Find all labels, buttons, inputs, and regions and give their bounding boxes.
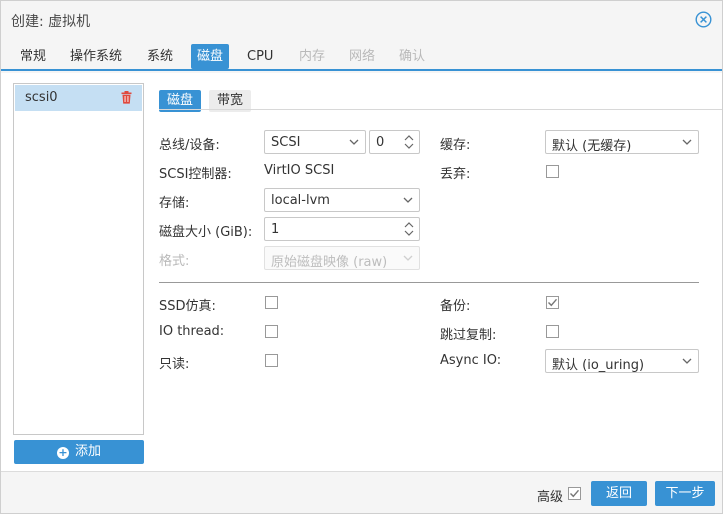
readonly-checkbox[interactable] bbox=[265, 354, 278, 367]
plus-circle-icon: + bbox=[56, 446, 69, 459]
subtab-divider bbox=[159, 109, 722, 110]
cache-label: 缓存: bbox=[440, 138, 471, 153]
controller-label: SCSI控制器: bbox=[159, 167, 232, 182]
device-index-value: 0 bbox=[376, 135, 385, 150]
async-io-select[interactable]: 默认 (io_uring) bbox=[545, 349, 699, 373]
checkmark-icon bbox=[570, 489, 580, 498]
tab-cpu[interactable]: CPU bbox=[241, 44, 279, 69]
advanced-checkbox[interactable] bbox=[568, 487, 581, 500]
back-button[interactable]: 返回 bbox=[591, 481, 647, 506]
disk-size-spinner[interactable]: 1 bbox=[264, 217, 420, 241]
cache-select[interactable]: 默认 (无缓存) bbox=[545, 130, 699, 154]
discard-label: 丢弃: bbox=[440, 167, 471, 182]
tab-memory[interactable]: 内存 bbox=[293, 44, 331, 69]
disk-panel: scsi0 + 添加 磁盘 带宽 总线/设备: SCSI 0 SCSI控制器: … bbox=[1, 73, 722, 471]
backup-label: 备份: bbox=[440, 299, 471, 314]
advanced-label: 高级 bbox=[537, 490, 564, 505]
tab-os[interactable]: 操作系统 bbox=[64, 44, 128, 69]
backup-checkbox[interactable] bbox=[546, 296, 559, 309]
dialog-title: 创建: 虚拟机 bbox=[11, 14, 91, 30]
iothread-checkbox[interactable] bbox=[265, 325, 278, 338]
format-select: 原始磁盘映像 (raw) bbox=[264, 246, 420, 270]
chevron-down-icon bbox=[682, 139, 692, 145]
chevron-down-icon bbox=[403, 197, 413, 203]
tab-network[interactable]: 网络 bbox=[343, 44, 381, 69]
size-label: 磁盘大小 (GiB): bbox=[159, 225, 253, 240]
dialog-footer: 高级 返回 下一步 bbox=[1, 471, 722, 513]
chevron-down-icon bbox=[403, 255, 413, 261]
bus-label: 总线/设备: bbox=[159, 138, 220, 153]
async-io-value: 默认 (io_uring) bbox=[552, 358, 645, 373]
ssd-checkbox[interactable] bbox=[265, 296, 278, 309]
disk-list: scsi0 bbox=[13, 83, 144, 435]
storage-select[interactable]: local-lvm bbox=[264, 188, 420, 212]
add-disk-button[interactable]: + 添加 bbox=[14, 440, 144, 464]
next-button[interactable]: 下一步 bbox=[655, 481, 715, 506]
bus-select[interactable]: SCSI bbox=[264, 130, 366, 154]
size-value: 1 bbox=[271, 222, 280, 237]
storage-label: 存储: bbox=[159, 196, 190, 211]
ssd-label: SSD仿真: bbox=[159, 299, 216, 314]
skip-replication-label: 跳过复制: bbox=[440, 328, 497, 343]
disk-item-label: scsi0 bbox=[25, 90, 58, 105]
controller-value: VirtIO SCSI bbox=[264, 163, 335, 178]
bus-value: SCSI bbox=[271, 135, 301, 150]
create-vm-dialog: 创建: 虚拟机 常规 操作系统 系统 磁盘 CPU 内存 网络 确认 scsi0 bbox=[0, 0, 723, 514]
format-label: 格式: bbox=[159, 254, 190, 269]
trash-icon[interactable] bbox=[121, 91, 132, 104]
tab-general[interactable]: 常规 bbox=[14, 44, 52, 69]
close-circle-icon[interactable] bbox=[695, 11, 712, 28]
tab-system[interactable]: 系统 bbox=[141, 44, 179, 69]
section-separator bbox=[159, 282, 699, 283]
spinner-icon[interactable] bbox=[404, 221, 414, 237]
iothread-label: IO thread: bbox=[159, 324, 225, 339]
storage-value: local-lvm bbox=[271, 193, 330, 208]
tab-confirm[interactable]: 确认 bbox=[393, 44, 431, 69]
readonly-label: 只读: bbox=[159, 357, 190, 372]
chevron-down-icon bbox=[349, 139, 359, 145]
disk-item-scsi0[interactable]: scsi0 bbox=[15, 85, 142, 111]
format-value: 原始磁盘映像 (raw) bbox=[271, 255, 388, 270]
title-bar: 创建: 虚拟机 bbox=[1, 1, 722, 39]
chevron-down-icon bbox=[682, 358, 692, 364]
device-index-spinner[interactable]: 0 bbox=[369, 130, 420, 154]
tab-disks[interactable]: 磁盘 bbox=[191, 44, 230, 69]
cache-value: 默认 (无缓存) bbox=[552, 139, 632, 154]
discard-checkbox[interactable] bbox=[546, 165, 559, 178]
wizard-tabbar: 常规 操作系统 系统 磁盘 CPU 内存 网络 确认 bbox=[1, 41, 722, 71]
async-io-label: Async IO: bbox=[440, 353, 502, 368]
skip-replication-checkbox[interactable] bbox=[546, 325, 559, 338]
add-disk-label: 添加 bbox=[74, 444, 101, 459]
spinner-icon[interactable] bbox=[404, 134, 414, 150]
checkmark-icon bbox=[548, 298, 558, 307]
